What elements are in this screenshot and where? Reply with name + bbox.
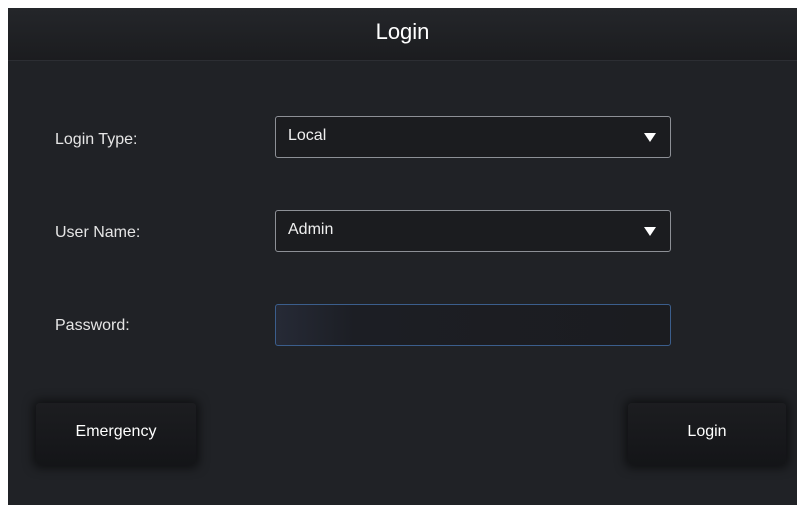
password-label: Password: — [55, 317, 130, 334]
user-name-label: User Name: — [55, 224, 141, 241]
emergency-button-label: Emergency — [75, 423, 157, 440]
login-button[interactable]: Login — [628, 403, 786, 465]
login-type-label: Login Type: — [55, 131, 138, 148]
chevron-down-icon[interactable] — [644, 227, 656, 236]
title-bar: Login — [8, 8, 797, 61]
user-name-value: Admin — [288, 221, 334, 238]
login-type-select[interactable]: Local — [275, 116, 671, 158]
login-type-value: Local — [288, 127, 327, 144]
password-input[interactable] — [275, 304, 671, 346]
chevron-down-icon[interactable] — [644, 133, 656, 142]
login-button-label: Login — [687, 423, 727, 440]
login-dialog: Login Login Type: Local User Name: Admin… — [8, 8, 797, 505]
user-name-select[interactable]: Admin — [275, 210, 671, 252]
emergency-button[interactable]: Emergency — [36, 403, 196, 465]
dialog-title: Login — [375, 19, 430, 44]
